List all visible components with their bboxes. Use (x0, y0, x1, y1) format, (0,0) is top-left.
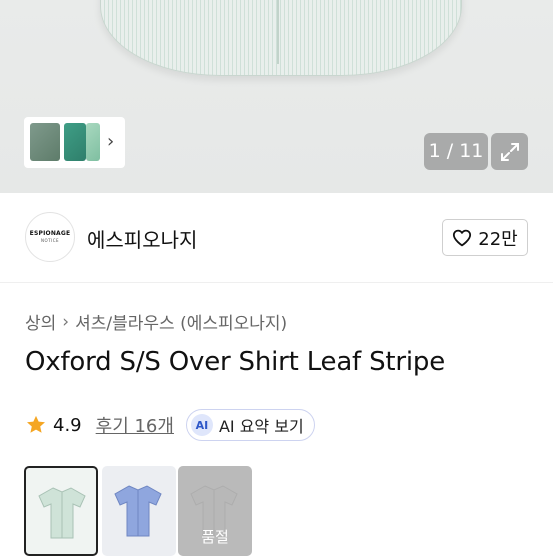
thumbnail-2[interactable] (64, 123, 86, 161)
thumbnail-strip[interactable]: › (24, 117, 125, 168)
color-option-2[interactable] (102, 466, 176, 556)
rating-score: 4.9 (53, 414, 82, 436)
color-option-3-sold-out[interactable]: 품절 (178, 466, 252, 556)
product-image[interactable]: › 1 / 11 (0, 0, 553, 193)
breadcrumb: 상의 › 셔츠/블라우스 (에스피오나지) (25, 309, 287, 335)
shirt-hem-image (100, 0, 462, 76)
expand-button[interactable] (491, 133, 528, 170)
breadcrumb-item-subcategory[interactable]: 셔츠/블라우스 (에스피오나지) (75, 309, 287, 334)
brand-logo[interactable]: ESPIONAGE NOTICE (25, 212, 75, 262)
ai-summary-button[interactable]: AI AI 요약 보기 (185, 409, 315, 441)
like-button[interactable]: 22만 (442, 219, 528, 256)
thumbnail-1[interactable] (30, 123, 60, 161)
shirt-placket (277, 0, 279, 64)
color-option-1[interactable] (24, 466, 98, 556)
shirt-thumbnail-icon (38, 487, 86, 539)
ai-summary-label: AI 요약 보기 (218, 417, 304, 436)
star-icon (25, 414, 47, 436)
expand-icon (500, 142, 519, 161)
image-counter: 1 / 11 (424, 133, 488, 170)
section-divider (0, 282, 553, 283)
sold-out-badge: 품절 (201, 528, 229, 546)
chevron-right-icon[interactable]: › (107, 131, 114, 152)
product-title: Oxford S/S Over Shirt Leaf Stripe (25, 347, 445, 377)
like-count: 22만 (478, 228, 518, 250)
brand-name[interactable]: 에스피오나지 (87, 224, 197, 253)
rating-row: 4.9 후기 16개 AI AI 요약 보기 (25, 408, 315, 442)
shirt-thumbnail-icon (114, 485, 162, 537)
ai-badge-icon: AI (190, 414, 213, 436)
brand-logo-subtext: NOTICE (40, 238, 60, 243)
breadcrumb-item-category[interactable]: 상의 (25, 309, 56, 334)
thumbnail-3[interactable] (86, 123, 100, 161)
brand-logo-text: ESPIONAGE (29, 230, 71, 237)
heart-icon (453, 229, 472, 246)
reviews-link[interactable]: 후기 16개 (96, 412, 174, 438)
chevron-right-icon: › (62, 311, 70, 332)
